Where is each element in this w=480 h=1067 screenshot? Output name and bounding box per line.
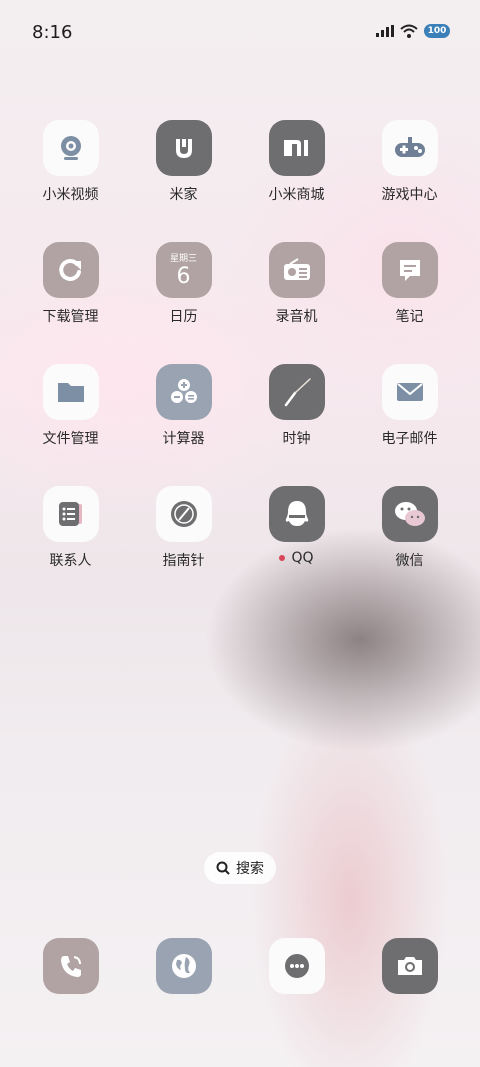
mail-icon xyxy=(381,364,438,420)
app-label: 笔记 xyxy=(395,309,424,325)
gamepad-icon xyxy=(381,120,438,176)
search-button[interactable]: 搜索 xyxy=(204,852,276,884)
dock-camera[interactable] xyxy=(353,938,466,994)
mijia-logo-icon xyxy=(155,120,212,176)
app-label: 小米商城 xyxy=(268,187,325,203)
calculator-icon xyxy=(155,364,212,420)
app-xiaomi-video[interactable]: 小米视频 xyxy=(14,120,127,204)
app-recorder[interactable]: 录音机 xyxy=(240,242,353,326)
wifi-icon xyxy=(400,24,418,38)
app-label: 联系人 xyxy=(49,553,92,569)
calendar-icon: 星期三 6 xyxy=(155,242,212,298)
camera-eye-icon xyxy=(42,120,99,176)
battery-level: 100 xyxy=(427,26,447,36)
calendar-day: 6 xyxy=(176,263,191,289)
radio-recorder-icon xyxy=(268,242,325,298)
app-calculator[interactable]: 计算器 xyxy=(127,364,240,448)
app-label: 小米视频 xyxy=(42,187,99,203)
dock-phone[interactable] xyxy=(14,938,127,994)
refresh-download-icon xyxy=(42,242,99,298)
wechat-icon xyxy=(381,486,438,542)
app-label: 指南针 xyxy=(162,553,205,569)
folder-icon xyxy=(42,364,99,420)
app-compass[interactable]: 指南针 xyxy=(127,486,240,570)
mi-logo-icon xyxy=(268,120,325,176)
app-label: 游戏中心 xyxy=(381,187,438,203)
app-wechat[interactable]: 微信 xyxy=(353,486,466,570)
app-mijia[interactable]: 米家 xyxy=(127,120,240,204)
status-icons: 100 xyxy=(376,24,450,38)
app-label: 米家 xyxy=(169,187,198,203)
phone-icon xyxy=(42,938,99,994)
app-calendar[interactable]: 星期三 6 日历 xyxy=(127,242,240,326)
app-email[interactable]: 电子邮件 xyxy=(353,364,466,448)
search-label: 搜索 xyxy=(236,861,264,877)
dock-messages[interactable] xyxy=(240,938,353,994)
status-bar: 8:16 100 xyxy=(0,0,480,66)
app-label: 文件管理 xyxy=(42,431,99,447)
dock-browser[interactable] xyxy=(127,938,240,994)
app-label: QQ xyxy=(240,550,353,566)
app-label: 时钟 xyxy=(282,431,311,447)
calendar-weekday: 星期三 xyxy=(169,253,197,264)
app-file-manager[interactable]: 文件管理 xyxy=(14,364,127,448)
app-download-manager[interactable]: 下载管理 xyxy=(14,242,127,326)
app-notes[interactable]: 笔记 xyxy=(353,242,466,326)
compass-icon xyxy=(155,486,212,542)
search-icon xyxy=(216,861,230,875)
status-time: 8:16 xyxy=(32,22,73,43)
app-label: 计算器 xyxy=(162,431,205,447)
qq-penguin-icon xyxy=(268,486,325,542)
app-game-center[interactable]: 游戏中心 xyxy=(353,120,466,204)
app-xiaomi-store[interactable]: 小米商城 xyxy=(240,120,353,204)
new-app-dot xyxy=(279,555,286,561)
contacts-icon xyxy=(42,486,99,542)
clock-icon xyxy=(268,364,325,420)
signal-icon xyxy=(376,25,394,37)
app-label: 微信 xyxy=(395,553,424,569)
app-clock[interactable]: 时钟 xyxy=(240,364,353,448)
app-qq[interactable]: QQ xyxy=(240,486,353,566)
app-label-text: QQ xyxy=(291,550,314,566)
browser-globe-icon xyxy=(155,938,212,994)
note-icon xyxy=(381,242,438,298)
app-contacts[interactable]: 联系人 xyxy=(14,486,127,570)
app-label: 日历 xyxy=(169,309,198,325)
camera-icon xyxy=(381,938,438,994)
messages-icon xyxy=(268,938,325,994)
app-label: 电子邮件 xyxy=(381,431,438,447)
battery-icon: 100 xyxy=(424,24,450,38)
app-label: 录音机 xyxy=(275,309,318,325)
app-label: 下载管理 xyxy=(42,309,99,325)
